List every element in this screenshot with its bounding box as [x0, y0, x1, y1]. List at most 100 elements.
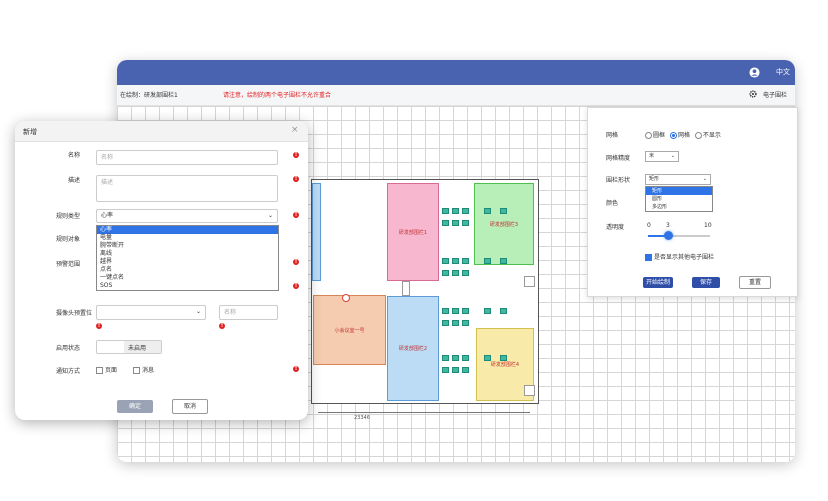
desk: [452, 220, 459, 226]
fence-rd4-label: 研发部围栏4: [490, 362, 520, 368]
desk: [500, 355, 507, 361]
notify-options: 页面 消息: [96, 365, 154, 374]
camera-name-input[interactable]: 名称: [219, 305, 278, 320]
radio-circle-frame[interactable]: [645, 132, 652, 139]
save-button[interactable]: 保存: [692, 277, 720, 288]
door-marker-2: [524, 385, 535, 396]
overlap-warning: 请注意，绘制的两个电子围栏不允许重合: [223, 92, 332, 99]
radio-hide[interactable]: [694, 132, 702, 139]
desk: [484, 208, 491, 214]
status-toggle[interactable]: 未启用: [96, 340, 162, 354]
description-input[interactable]: 描述: [96, 175, 278, 202]
status-value: 未启用: [128, 345, 147, 352]
shape-value: 矩形: [649, 176, 660, 182]
grid-option-label: 不显示: [702, 132, 721, 139]
precision-value: 米: [649, 153, 655, 159]
description-label: 描述: [67, 177, 80, 184]
fence-rd2[interactable]: 研发部围栏2: [387, 296, 439, 401]
dimension-label: 23346: [354, 415, 370, 421]
opacity-slider-handle[interactable]: [664, 231, 673, 240]
desk: [442, 308, 449, 314]
rule-option[interactable]: 腕带断开: [97, 242, 278, 250]
drawing-status: 在绘制：研发部围栏1: [120, 92, 178, 99]
desk: [442, 270, 449, 276]
rule-option[interactable]: 一键点名: [97, 274, 278, 282]
fence-link[interactable]: 电子围栏: [763, 90, 787, 99]
desk: [462, 320, 469, 326]
fence-rd3-label: 研发部围栏3: [489, 221, 519, 228]
name-input[interactable]: 名称: [96, 150, 278, 165]
fence-rd1-label: 研发部围栏1: [398, 229, 428, 236]
desk: [462, 208, 469, 214]
notify-label: 通知方式: [55, 368, 80, 375]
pillar: [342, 294, 350, 302]
desk: [452, 208, 459, 214]
notify-message-checkbox[interactable]: [132, 367, 140, 374]
shape-option[interactable]: 多边形: [646, 203, 712, 211]
desk: [452, 367, 459, 373]
fence-rd1[interactable]: 研发部围栏1: [387, 183, 439, 281]
desk: [500, 208, 507, 214]
gear-icon[interactable]: [749, 90, 757, 98]
name-label: 名称: [67, 152, 80, 159]
shape-option[interactable]: 矩形: [646, 187, 712, 195]
show-others-label: 是否显示其他电子围栏: [654, 254, 715, 261]
fence-rd3[interactable]: 研发部围栏3: [474, 183, 534, 265]
required-icon: !: [219, 323, 225, 329]
precision-select[interactable]: 米 ⌄: [645, 151, 679, 162]
desk: [462, 367, 469, 373]
desk: [452, 355, 459, 361]
shape-option[interactable]: 圆形: [646, 195, 712, 203]
floor-plan[interactable]: 研发部围栏1 研发部围栏2 研发部围栏3 研发部围栏4 小会议室一号: [311, 179, 539, 404]
top-bar: 中文: [117, 60, 795, 85]
notify-page-checkbox[interactable]: [96, 367, 103, 374]
info-bar: 在绘制：研发部围栏1 请注意，绘制的两个电子围栏不允许重合 电子围栏: [117, 85, 795, 106]
radio-grid[interactable]: [669, 132, 677, 139]
required-icon: !: [293, 366, 299, 372]
required-icon: !: [96, 323, 102, 329]
rule-option[interactable]: SOS: [97, 282, 278, 290]
confirm-button[interactable]: 确定: [117, 400, 153, 413]
desk: [484, 355, 491, 361]
meeting-room[interactable]: 小会议室一号: [313, 295, 386, 365]
camera-preset-select[interactable]: ⌄: [96, 305, 206, 320]
door-marker: [524, 276, 535, 287]
rule-option[interactable]: 电量: [97, 234, 278, 242]
reset-button[interactable]: 重置: [739, 276, 771, 289]
desk: [484, 308, 491, 314]
dialog-header: 新增 ×: [15, 121, 308, 142]
rule-target-label: 规则对象: [55, 236, 80, 243]
cancel-button[interactable]: 取消: [172, 399, 208, 414]
rule-option[interactable]: 点名: [97, 266, 278, 274]
user-icon[interactable]: [749, 67, 760, 78]
required-icon: !: [293, 212, 299, 218]
shape-dropdown: 矩形 圆形 多边形: [645, 186, 713, 212]
rule-type-select[interactable]: 心率 ⌄: [96, 209, 278, 223]
threshold-label: 预警范围: [55, 261, 80, 268]
rule-option[interactable]: 越界: [97, 258, 278, 266]
rule-option[interactable]: 离线: [97, 250, 278, 258]
opacity-min: 0: [647, 222, 651, 229]
rule-type-value: 心率: [101, 212, 114, 219]
meeting-room-label: 小会议室一号: [334, 327, 365, 334]
language-switch[interactable]: 中文: [776, 67, 790, 77]
desk: [442, 320, 449, 326]
opacity-slider[interactable]: [648, 235, 710, 237]
start-drawing-button[interactable]: 开始绘制: [643, 277, 673, 288]
close-icon[interactable]: ×: [291, 125, 299, 135]
chevron-down-icon: ⌄: [702, 176, 707, 182]
desk: [500, 258, 507, 264]
grid-option-label: 网格: [677, 132, 690, 139]
opacity-max: 10: [704, 222, 712, 229]
fence-rd2-label: 研发部围栏2: [398, 346, 428, 352]
precision-label: 网格精度: [606, 155, 631, 162]
desk: [462, 220, 469, 226]
shape-select[interactable]: 矩形 ⌄: [645, 174, 711, 185]
desk: [462, 258, 469, 264]
show-others-checkbox[interactable]: [645, 254, 652, 261]
desk: [442, 258, 449, 264]
rule-option[interactable]: 心率: [97, 226, 278, 234]
grid-label: 网格: [606, 132, 619, 139]
desk: [462, 355, 469, 361]
shape-label: 围栏形状: [606, 177, 631, 184]
